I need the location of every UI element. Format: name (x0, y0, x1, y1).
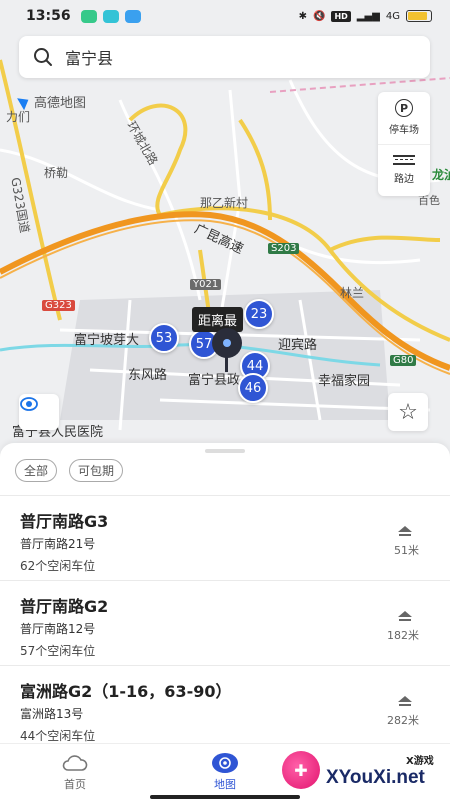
parking-name: 普厅南路G2 (20, 597, 109, 616)
map-label: 桥勒 (44, 166, 69, 180)
network-label: 4G (385, 10, 400, 22)
map-label: 林兰 (340, 286, 365, 300)
signal-icon: ▂▄▆ (356, 10, 380, 22)
search-bar[interactable]: 富宁县 (19, 36, 430, 78)
parking-layer-button[interactable]: P 停车场 (378, 92, 430, 144)
map-label: 幸福家园 (318, 374, 371, 389)
watermark: ✚ X游戏 XYouXi.net (282, 741, 448, 799)
watermark-logo-icon: ✚ (282, 751, 320, 789)
map-layer-panel: P 停车场 路边 (378, 92, 430, 196)
parking-free-spots: 44个空闲车位 (20, 729, 96, 743)
parking-cluster-marker[interactable]: 46 (238, 373, 268, 403)
status-time: 13:56 (26, 8, 71, 24)
favorite-button[interactable]: ☆ (388, 393, 428, 431)
map-brand-label: 高德地图 (34, 96, 87, 111)
parking-list-item[interactable]: 普厅南路G3 普厅南路21号 62个空闲车位 51米 (0, 495, 450, 580)
navigate-icon[interactable] (398, 611, 412, 621)
map-label: 富宁坡芽大 (74, 333, 140, 348)
road-tag: G80 (390, 355, 417, 366)
battery-icon (406, 10, 432, 22)
cloud-home-icon (61, 752, 89, 774)
app-notification-icon (80, 9, 97, 23)
sheet-drag-handle[interactable] (205, 449, 245, 453)
map-label: 那乙新村 (200, 196, 249, 210)
watermark-big-text: XYouXi.net (326, 766, 425, 788)
filter-chip-all[interactable]: 全部 (15, 459, 58, 482)
navigate-icon[interactable] (398, 696, 412, 706)
parking-list-sheet: 全部 可包期 普厅南路G3 普厅南路21号 62个空闲车位 51米 普厅南路G2… (0, 443, 450, 743)
nav-home-label: 首页 (64, 778, 86, 791)
map-brand: 高德地图 (17, 92, 87, 111)
parking-address: 普厅南路21号 (20, 537, 96, 551)
navigate-icon[interactable] (398, 526, 412, 536)
nav-map-label: 地图 (214, 778, 236, 791)
watermark-small-text: X游戏 (406, 755, 434, 767)
roadside-layer-button[interactable]: 路边 (378, 143, 430, 197)
filter-chips: 全部 可包期 (15, 459, 124, 482)
roadside-icon (393, 155, 415, 166)
roadside-layer-label: 路边 (394, 174, 414, 186)
nearest-tooltip: 距离最 (192, 307, 244, 332)
mute-icon: 🔇 (313, 10, 326, 22)
parking-layer-label: 停车场 (389, 125, 419, 137)
parking-icon: P (395, 99, 413, 118)
map-label: 东风路 (128, 368, 168, 383)
app-notification-icon (124, 9, 141, 23)
nav-home[interactable]: 首页 (0, 744, 150, 800)
hd-badge: HD (331, 10, 351, 22)
road-tag: G323 (42, 300, 75, 311)
parking-name: 普厅南路G3 (20, 512, 109, 531)
nav-map[interactable]: 地图 (150, 744, 300, 800)
parking-distance: 182米 (387, 629, 419, 642)
app-notification-icon (102, 9, 119, 23)
location-pin-stick (225, 356, 228, 372)
parking-distance: 51米 (394, 544, 419, 557)
map-label: 富宁县政 (188, 373, 241, 388)
system-home-indicator[interactable] (150, 795, 300, 799)
road-tag: Y021 (190, 279, 222, 290)
current-location-pin (212, 328, 242, 358)
parking-cluster-marker[interactable]: 53 (149, 323, 179, 353)
star-icon: ☆ (398, 399, 418, 425)
status-icons: ✱ 🔇 HD ▂▄▆ 4G (299, 10, 432, 22)
parking-list-item[interactable]: 普厅南路G2 普厅南路12号 57个空闲车位 182米 (0, 580, 450, 665)
parking-free-spots: 57个空闲车位 (20, 644, 96, 658)
road-tag: S203 (268, 243, 300, 254)
search-input[interactable]: 富宁县 (65, 45, 113, 69)
amap-logo-icon (17, 93, 32, 110)
search-icon (34, 48, 52, 66)
parking-cluster-marker[interactable]: 23 (244, 299, 274, 329)
locate-me-button[interactable] (19, 394, 59, 430)
locate-icon (20, 397, 38, 411)
parking-name: 富洲路G2（1-16，63-90） (20, 682, 232, 701)
status-bar: 13:56 ✱ 🔇 HD ▂▄▆ 4G (0, 0, 450, 32)
parking-list-item[interactable]: 富洲路G2（1-16，63-90） 富洲路13号 44个空闲车位 282米 (0, 665, 450, 750)
bluetooth-icon: ✱ (298, 10, 307, 22)
filter-chip-rentable[interactable]: 可包期 (69, 459, 124, 482)
map-label: 龙沚 (432, 168, 450, 182)
parking-address: 普厅南路12号 (20, 622, 96, 636)
parking-distance: 282米 (387, 714, 419, 727)
parking-free-spots: 62个空闲车位 (20, 559, 96, 573)
map-nav-icon (211, 752, 239, 774)
map-label: 迎宾路 (278, 338, 318, 353)
parking-address: 富洲路13号 (20, 707, 84, 721)
parking-list: 普厅南路G3 普厅南路21号 62个空闲车位 51米 普厅南路G2 普厅南路12… (0, 495, 450, 750)
